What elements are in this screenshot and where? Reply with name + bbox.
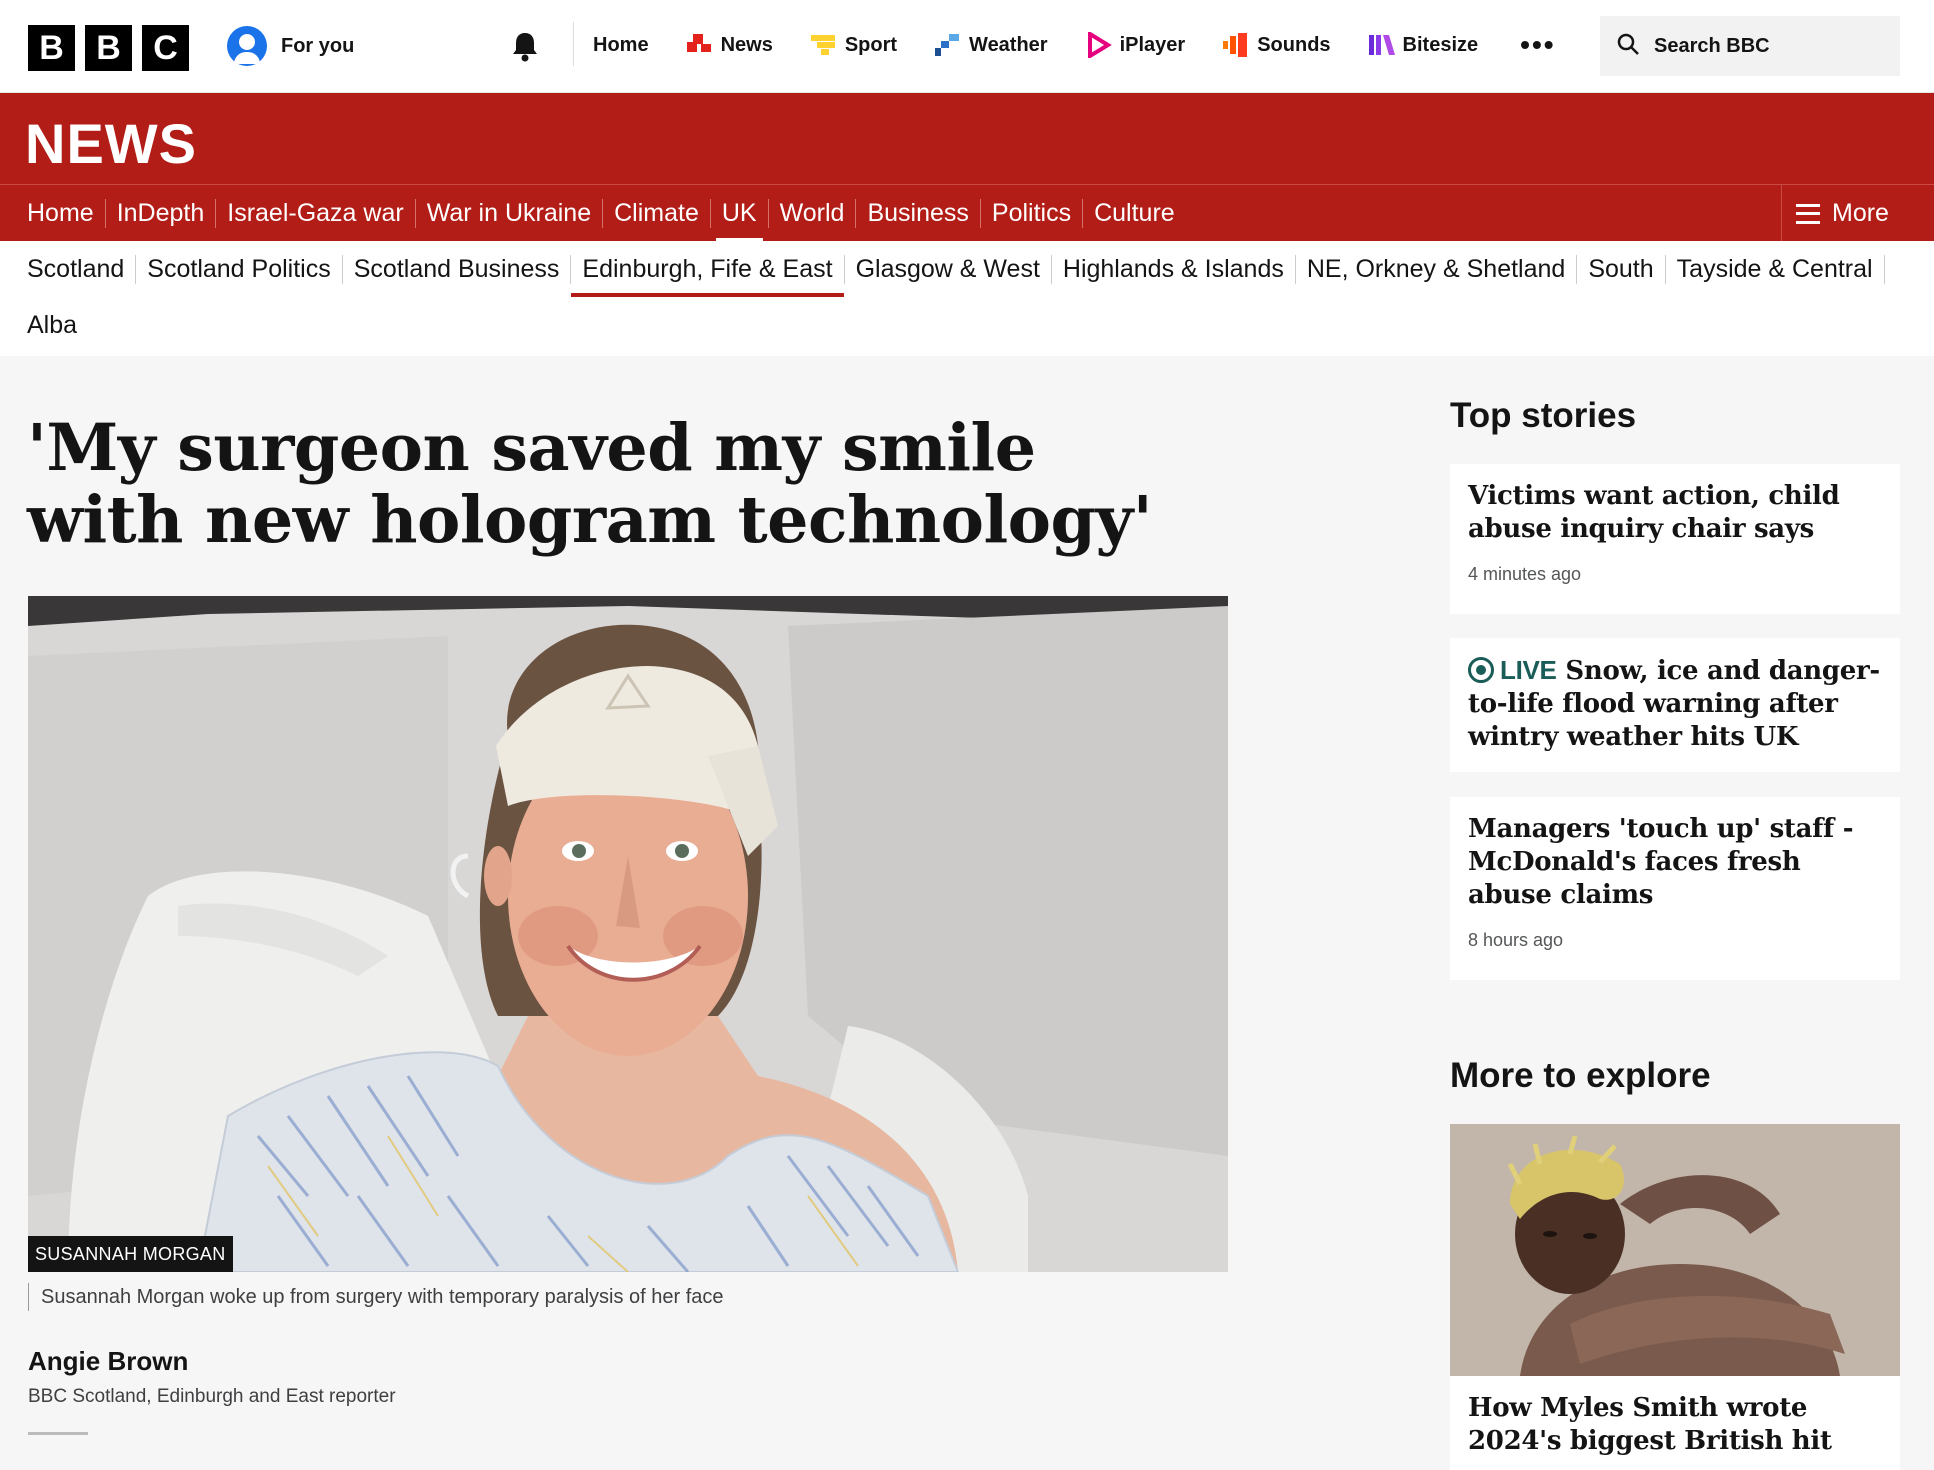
- global-nav-bitesize[interactable]: Bitesize: [1368, 32, 1479, 58]
- explore-story-card[interactable]: How Myles Smith wrote 2024's biggest Bri…: [1450, 1376, 1900, 1470]
- bbc-masthead: B B C For you Home News Sport Weather iP…: [0, 0, 1934, 93]
- section-nav-item-israel-gaza-war[interactable]: Israel-Gaza war: [227, 199, 416, 228]
- explore-story-image[interactable]: [1450, 1124, 1900, 1376]
- section-nav-item-climate[interactable]: Climate: [614, 199, 711, 228]
- live-indicator-icon: [1468, 657, 1494, 683]
- news-banner: NEWS: [0, 93, 1934, 184]
- section-nav-item-culture[interactable]: Culture: [1094, 199, 1186, 228]
- top-story-card[interactable]: Victims want action, child abuse inquiry…: [1450, 464, 1900, 614]
- section-nav-item-home[interactable]: Home: [27, 199, 106, 228]
- sub-nav-item-scotland-politics[interactable]: Scotland Politics: [147, 255, 343, 284]
- top-story-timestamp: 8 hours ago: [1468, 930, 1564, 950]
- top-story-card-live[interactable]: LIVE Snow, ice and danger-to-life flood …: [1450, 638, 1900, 772]
- more-menu-label: More: [1832, 199, 1889, 227]
- global-nav-label: Weather: [969, 33, 1048, 56]
- byline-divider: [28, 1432, 88, 1435]
- search-bbc-box[interactable]: Search BBC: [1600, 16, 1900, 76]
- sub-nav-item-alba[interactable]: Alba: [27, 311, 88, 340]
- top-story-title: Managers 'touch up' staff - McDonald's f…: [1468, 814, 1854, 910]
- more-menu-button[interactable]: More: [1781, 185, 1934, 242]
- news-section-nav: Home InDepth Israel-Gaza war War in Ukraine…: [0, 184, 1934, 242]
- live-badge: LIVE: [1468, 655, 1557, 685]
- top-story-title-wrap: LIVE Snow, ice and danger-to-life flood …: [1468, 654, 1882, 754]
- image-credit: SUSANNAH MORGAN: [28, 1236, 233, 1272]
- live-label: LIVE: [1500, 655, 1557, 685]
- sport-icon: [810, 32, 837, 58]
- bbc-global-nav: Home News Sport Weather iPlayer Sounds B…: [593, 0, 1594, 90]
- top-story-card[interactable]: Managers 'touch up' staff - McDonald's f…: [1450, 797, 1900, 980]
- weather-icon: [935, 32, 961, 58]
- section-nav-item-business[interactable]: Business: [867, 199, 981, 228]
- global-nav-home[interactable]: Home: [593, 34, 649, 57]
- search-placeholder: Search BBC: [1654, 34, 1770, 57]
- bbc-logo[interactable]: B B C: [28, 25, 189, 71]
- bitesize-icon: [1368, 32, 1395, 58]
- bbc-logo-block: B: [85, 25, 132, 71]
- iplayer-icon: [1086, 30, 1112, 60]
- section-nav-item-uk[interactable]: UK: [715, 199, 769, 242]
- global-nav-label: Sounds: [1257, 33, 1331, 56]
- section-nav-item-war-in-ukraine[interactable]: War in Ukraine: [427, 199, 604, 228]
- global-nav-label: iPlayer: [1119, 33, 1186, 56]
- news-icon: [686, 32, 713, 58]
- top-stories-heading: Top stories: [1450, 396, 1637, 435]
- global-nav-weather[interactable]: Weather: [935, 32, 1048, 58]
- global-nav-sport[interactable]: Sport: [810, 32, 898, 58]
- sub-nav-item-scotland-business[interactable]: Scotland Business: [354, 255, 572, 284]
- section-nav-item-world[interactable]: World: [780, 199, 857, 228]
- global-nav-label: Home: [593, 33, 649, 56]
- more-to-explore-heading: More to explore: [1450, 1056, 1711, 1095]
- top-story-timestamp: 4 minutes ago: [1468, 564, 1582, 584]
- global-nav-label: Sport: [844, 33, 898, 56]
- global-nav-sounds[interactable]: Sounds: [1223, 32, 1331, 58]
- account-avatar-icon: [227, 26, 267, 66]
- scotland-sub-nav: Scotland Scotland Politics Scotland Busine…: [0, 241, 1934, 356]
- news-logo[interactable]: NEWS: [25, 111, 197, 176]
- sub-nav-item-edinburgh-fife-east[interactable]: Edinburgh, Fife & East: [571, 255, 845, 297]
- search-icon: [1616, 32, 1640, 61]
- nav-divider: [573, 22, 574, 66]
- sounds-icon: [1223, 32, 1249, 58]
- sub-nav-item-highlands-islands[interactable]: Highlands & Islands: [1063, 255, 1296, 284]
- global-nav-label: Bitesize: [1402, 33, 1479, 56]
- author-role: BBC Scotland, Edinburgh and East reporte…: [28, 1386, 396, 1407]
- for-you-label: For you: [281, 34, 355, 57]
- sub-nav-item-ne-orkney-shetland[interactable]: NE, Orkney & Shetland: [1307, 255, 1578, 284]
- top-story-title: Victims want action, child abuse inquiry…: [1468, 481, 1840, 544]
- notifications-bell-icon[interactable]: [507, 29, 543, 65]
- sub-nav-item-glasgow-west[interactable]: Glasgow & West: [856, 255, 1052, 284]
- global-nav-label: News: [720, 33, 773, 56]
- section-nav-item-politics[interactable]: Politics: [992, 199, 1084, 228]
- global-nav-news[interactable]: News: [686, 32, 773, 58]
- hamburger-icon: [1796, 203, 1820, 224]
- article-headline: 'My surgeon saved my smile with new holo…: [27, 410, 1153, 558]
- bbc-logo-block: C: [142, 25, 189, 71]
- bbc-logo-block: B: [28, 25, 75, 71]
- sub-nav-item-scotland[interactable]: Scotland: [27, 255, 137, 284]
- article-hero-image: [28, 596, 1228, 1272]
- image-caption: Susannah Morgan woke up from surgery wit…: [28, 1283, 724, 1311]
- section-nav-item-indepth[interactable]: InDepth: [117, 199, 217, 228]
- author-name: Angie Brown: [28, 1346, 189, 1376]
- explore-story-title: How Myles Smith wrote 2024's biggest Bri…: [1468, 1393, 1832, 1456]
- for-you-link[interactable]: For you: [227, 26, 354, 66]
- sub-nav-item-tayside-central[interactable]: Tayside & Central: [1677, 255, 1885, 284]
- sub-nav-item-south[interactable]: South: [1588, 255, 1666, 284]
- more-services-button[interactable]: •••: [1520, 29, 1555, 61]
- global-nav-iplayer[interactable]: iPlayer: [1086, 30, 1186, 60]
